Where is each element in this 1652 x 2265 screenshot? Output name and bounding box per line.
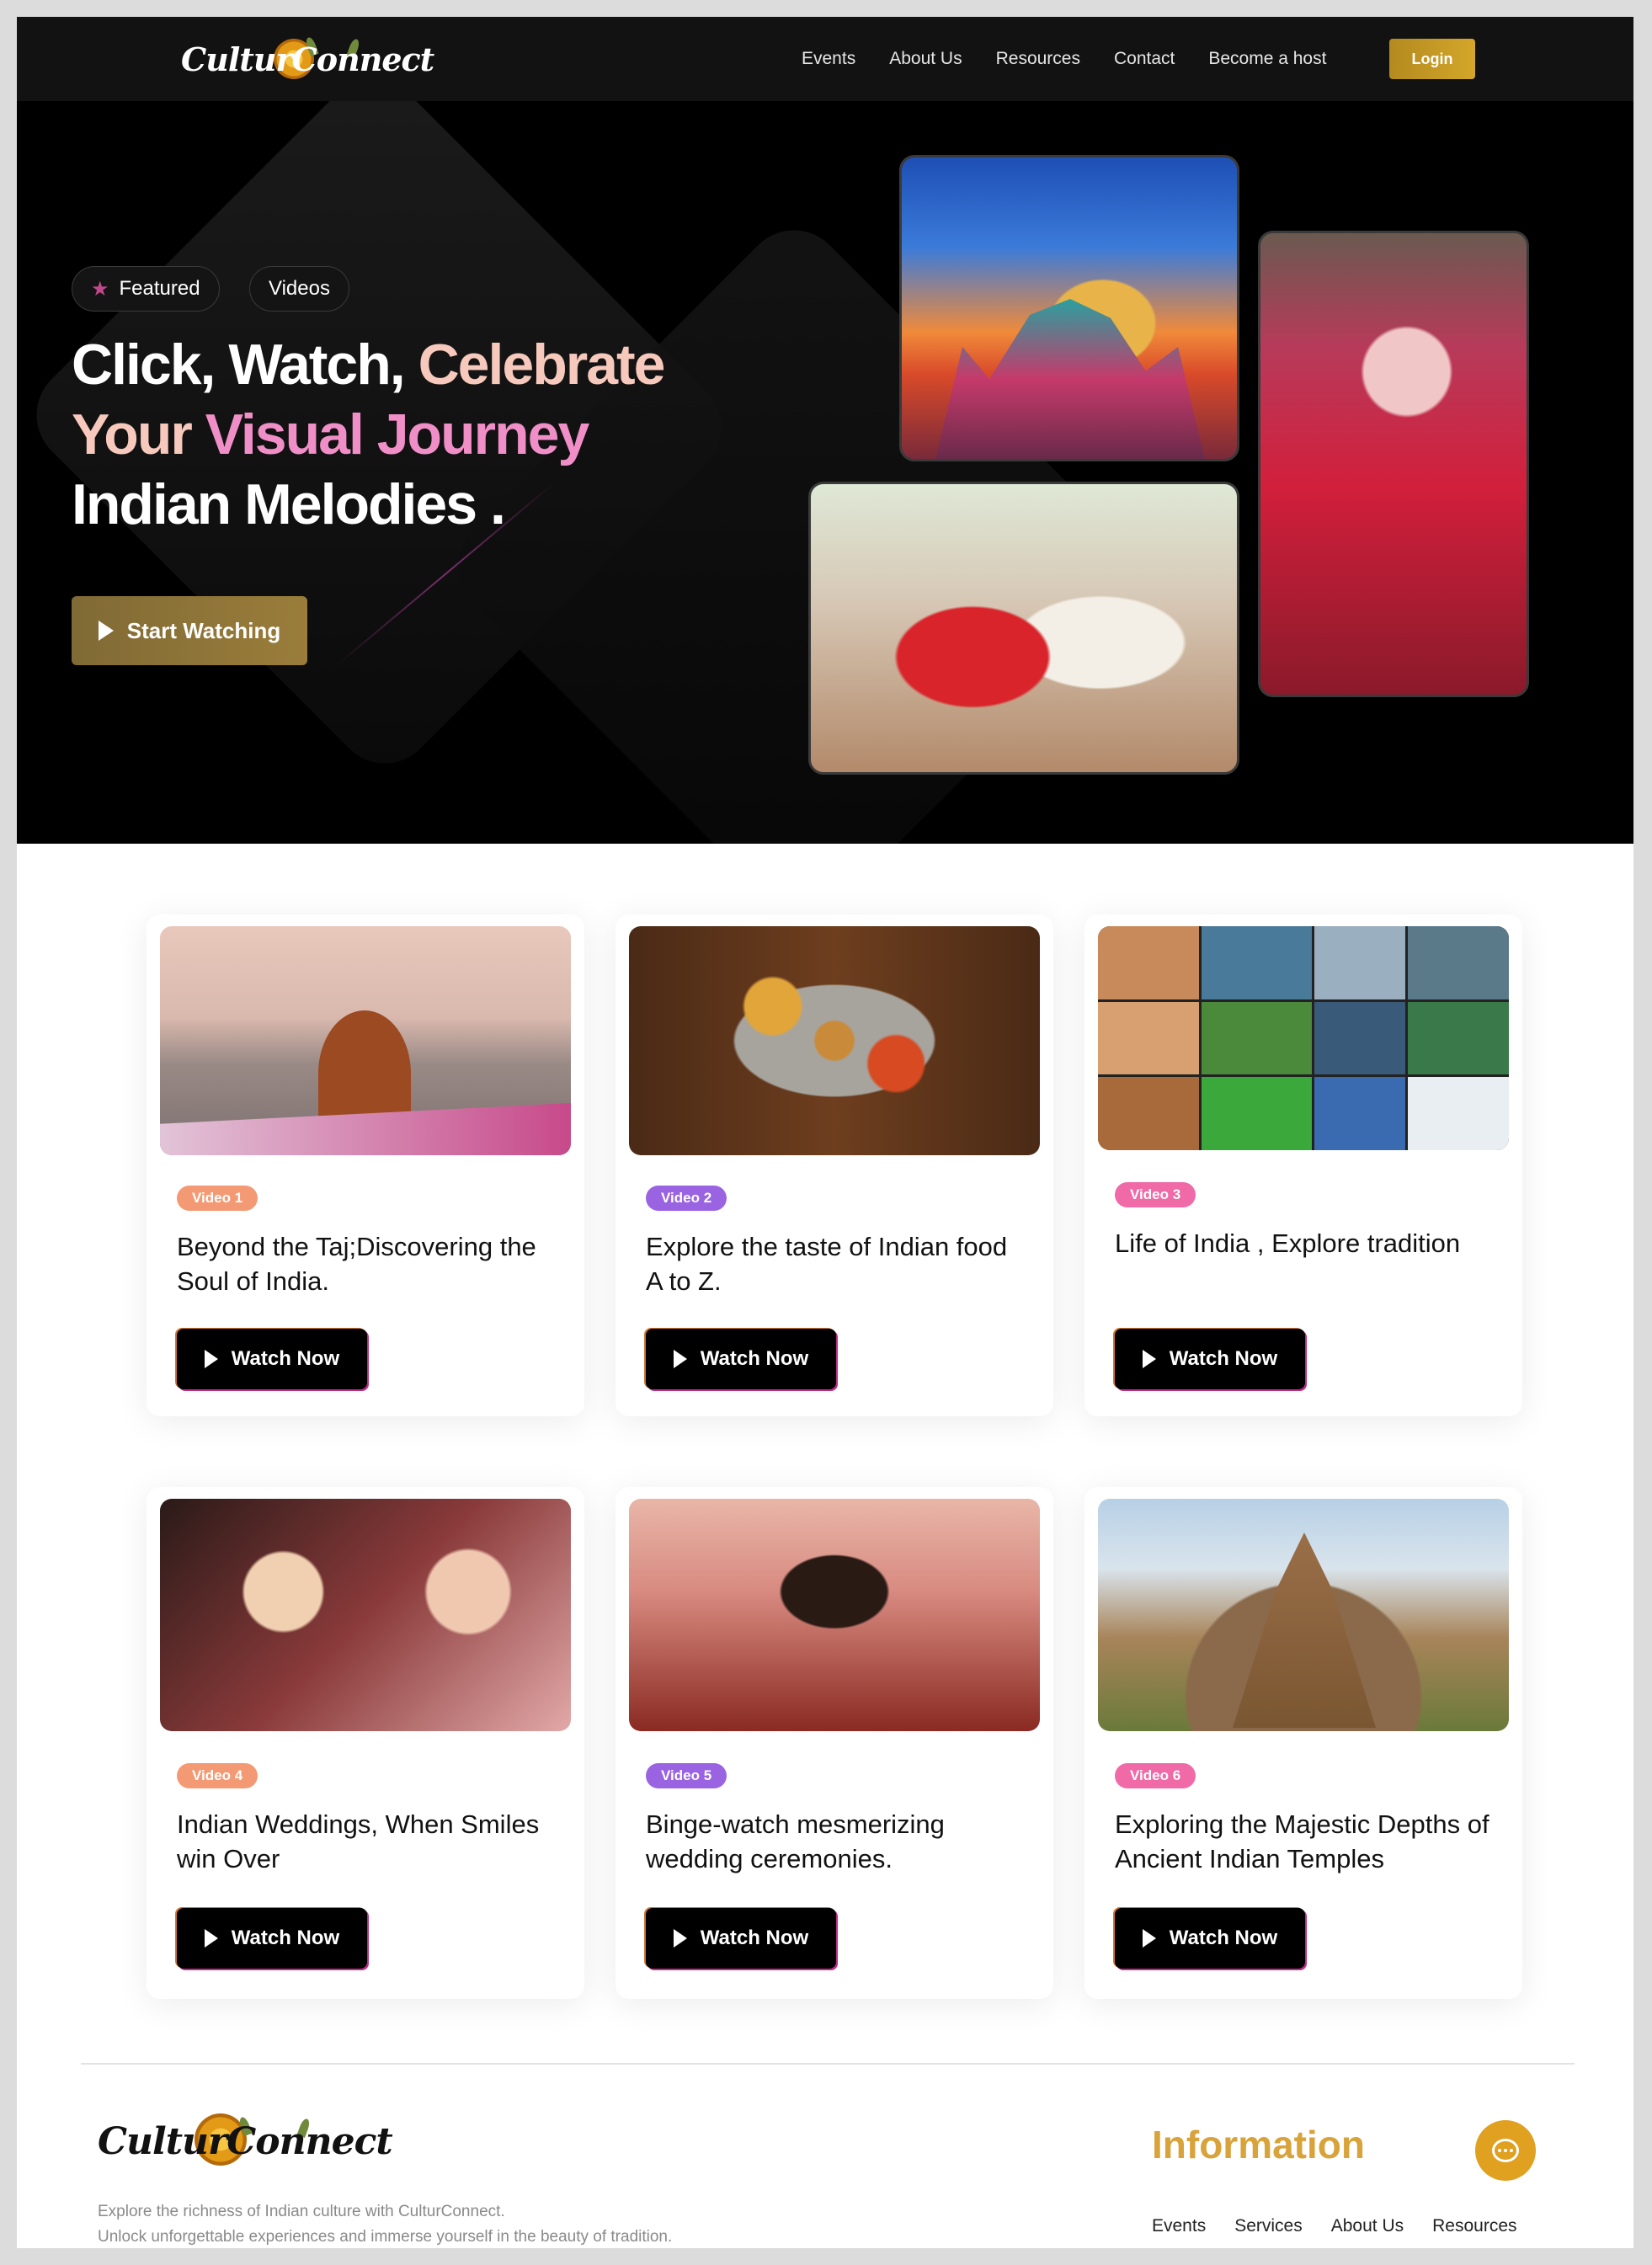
featured-pill-label: Featured bbox=[119, 277, 200, 300]
play-icon bbox=[1142, 1350, 1156, 1368]
video-badge: Video 3 bbox=[1115, 1182, 1196, 1207]
collage-tile bbox=[1201, 926, 1313, 999]
video-badge: Video 1 bbox=[177, 1186, 258, 1211]
footer-links: Events Services About Us Resources bbox=[1152, 2216, 1517, 2236]
videos-pill-label: Videos bbox=[269, 277, 330, 300]
footer-description: Explore the richness of Indian culture w… bbox=[98, 2199, 672, 2248]
footer-link-about-us[interactable]: About Us bbox=[1331, 2216, 1404, 2236]
footer-desc-line: Unlock unforgettable experiences and imm… bbox=[98, 2228, 673, 2246]
footer-link-services[interactable]: Services bbox=[1234, 2216, 1303, 2236]
footer-logo-text: CulturConnect bbox=[98, 2120, 393, 2163]
footer-link-events[interactable]: Events bbox=[1152, 2216, 1206, 2236]
collage-tile bbox=[1098, 926, 1199, 999]
nav-link-resources[interactable]: Resources bbox=[996, 49, 1080, 69]
play-icon bbox=[204, 1929, 218, 1948]
star-icon: ★ bbox=[91, 277, 109, 301]
watch-now-button[interactable]: Watch Now bbox=[177, 1908, 367, 1969]
video-thumbnail[interactable] bbox=[629, 926, 1040, 1155]
video-title: Binge-watch mesmerizing wedding ceremoni… bbox=[646, 1809, 945, 1873]
login-button[interactable]: Login bbox=[1389, 39, 1475, 79]
watch-now-label: Watch Now bbox=[1169, 1347, 1278, 1370]
video-thumbnail[interactable] bbox=[160, 1499, 571, 1731]
video-thumbnail[interactable] bbox=[160, 926, 571, 1155]
watch-now-label: Watch Now bbox=[231, 1347, 340, 1370]
video-title: Explore the taste of Indian food A to Z. bbox=[646, 1232, 1008, 1296]
play-icon bbox=[98, 621, 114, 641]
play-icon bbox=[673, 1929, 687, 1948]
hero-image-temple bbox=[899, 155, 1239, 461]
video-card: Video 5 Binge-watch mesmerizing wedding … bbox=[616, 1487, 1053, 1999]
page: CulturConnect Events About Us Resources … bbox=[17, 17, 1633, 2248]
watch-now-button[interactable]: Watch Now bbox=[177, 1329, 367, 1389]
video-title: Beyond the Taj;Discovering the Soul of I… bbox=[177, 1232, 536, 1296]
video-title: Life of India , Explore tradition bbox=[1115, 1228, 1461, 1258]
watch-now-button[interactable]: Watch Now bbox=[1115, 1908, 1305, 1969]
nav-link-events[interactable]: Events bbox=[802, 49, 855, 69]
watch-now-button[interactable]: Watch Now bbox=[646, 1329, 836, 1389]
collage-tile bbox=[1201, 1077, 1313, 1150]
watch-now-label: Watch Now bbox=[700, 1927, 809, 1949]
video-card: Video 6 Exploring the Majestic Depths of… bbox=[1084, 1487, 1522, 1999]
hero-title: Click, Watch, Celebrate Your Visual Jour… bbox=[72, 330, 666, 540]
collage-tile bbox=[1408, 1077, 1509, 1150]
start-watching-button[interactable]: Start Watching bbox=[72, 596, 307, 665]
collage-tile bbox=[1314, 926, 1406, 999]
thumbnail-temple-tower bbox=[1233, 1532, 1376, 1728]
collage-tile bbox=[1408, 1001, 1509, 1075]
collage-tile bbox=[1314, 1077, 1406, 1150]
video-badge: Video 5 bbox=[646, 1763, 727, 1788]
brand-logo[interactable]: CulturConnect bbox=[181, 34, 434, 84]
video-card: Video 3 Life of India , Explore traditio… bbox=[1084, 914, 1522, 1416]
nav-links: Events About Us Resources Contact Become… bbox=[802, 17, 1360, 101]
watch-now-label: Watch Now bbox=[231, 1927, 340, 1949]
watch-now-label: Watch Now bbox=[1169, 1927, 1278, 1949]
hero-title-part: Click, Watch, bbox=[72, 333, 418, 397]
play-icon bbox=[673, 1350, 687, 1368]
nav-link-contact[interactable]: Contact bbox=[1114, 49, 1175, 69]
start-watching-label: Start Watching bbox=[126, 617, 281, 643]
video-card: Video 2 Explore the taste of Indian food… bbox=[616, 914, 1053, 1416]
video-title: Exploring the Majestic Depths of Ancient… bbox=[1115, 1809, 1489, 1873]
footer-divider bbox=[81, 2063, 1575, 2065]
collage-tile bbox=[1098, 1001, 1199, 1075]
collage-tile bbox=[1408, 926, 1509, 999]
hero-title-highlight: Celebrate bbox=[418, 333, 666, 397]
watch-now-label: Watch Now bbox=[700, 1347, 809, 1370]
video-card: Video 1 Beyond the Taj;Discovering the S… bbox=[147, 914, 584, 1416]
logo-text: CulturConnect bbox=[181, 40, 434, 78]
play-icon bbox=[204, 1350, 218, 1368]
videos-pill[interactable]: Videos bbox=[249, 266, 349, 312]
hero-image-ganesha bbox=[1258, 231, 1529, 697]
chat-icon bbox=[1492, 2139, 1519, 2162]
footer-desc-line: Explore the richness of Indian culture w… bbox=[98, 2203, 505, 2220]
footer-logo[interactable]: CulturConnect bbox=[98, 2113, 393, 2172]
chat-button[interactable] bbox=[1475, 2120, 1536, 2181]
video-thumbnail[interactable] bbox=[1098, 1499, 1509, 1731]
hero-section: ★ Featured Videos Click, Watch, Celebrat… bbox=[17, 101, 1633, 844]
watch-now-button[interactable]: Watch Now bbox=[1115, 1329, 1305, 1389]
collage-tile bbox=[1098, 1077, 1199, 1150]
video-badge: Video 6 bbox=[1115, 1763, 1196, 1788]
video-thumbnail[interactable] bbox=[629, 1499, 1040, 1731]
video-badge: Video 2 bbox=[646, 1186, 727, 1211]
footer-info-heading: Information bbox=[1152, 2123, 1365, 2166]
footer-link-resources[interactable]: Resources bbox=[1432, 2216, 1516, 2236]
hero-title-part: Your bbox=[72, 402, 205, 466]
video-badge: Video 4 bbox=[177, 1763, 258, 1788]
hero-title-part: Indian Melodies . bbox=[72, 472, 506, 536]
video-title: Indian Weddings, When Smiles win Over bbox=[177, 1809, 540, 1873]
watch-now-button[interactable]: Watch Now bbox=[646, 1908, 836, 1969]
collage-tile bbox=[1201, 1001, 1313, 1075]
video-thumbnail[interactable] bbox=[1098, 926, 1509, 1150]
hero-title-highlight: Visual Journey bbox=[205, 402, 590, 466]
collage-tile bbox=[1314, 1001, 1406, 1075]
play-icon bbox=[1142, 1929, 1156, 1948]
nav-link-about-us[interactable]: About Us bbox=[889, 49, 962, 69]
hero-image-wedding bbox=[808, 482, 1239, 775]
featured-pill[interactable]: ★ Featured bbox=[72, 266, 220, 312]
nav-link-become-host[interactable]: Become a host bbox=[1208, 49, 1326, 69]
top-navbar: CulturConnect Events About Us Resources … bbox=[17, 17, 1633, 101]
video-card: Video 4 Indian Weddings, When Smiles win… bbox=[147, 1487, 584, 1999]
